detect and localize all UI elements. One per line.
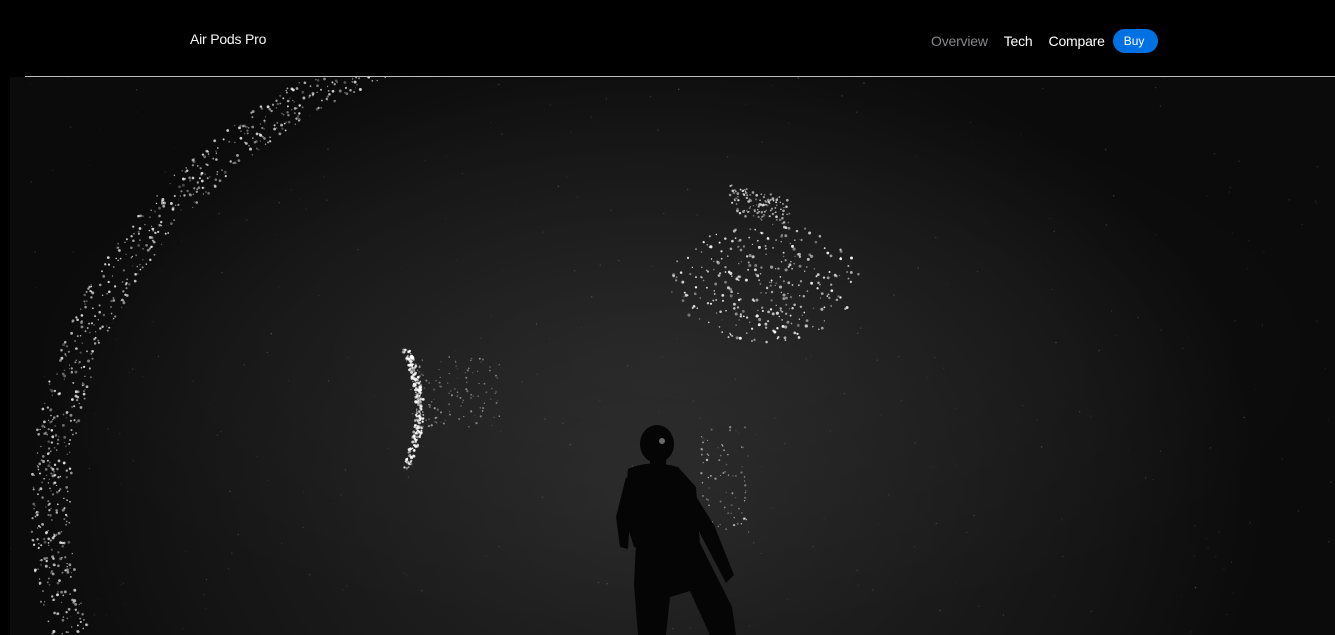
nav-links: Overview Tech Compare Buy — [931, 29, 1159, 53]
brand-title[interactable]: Air Pods Pro — [190, 31, 266, 47]
page: Air Pods Pro Overview Tech Compare Buy — [0, 0, 1335, 635]
hero-artwork — [10, 77, 1335, 635]
nav-divider — [25, 76, 1335, 77]
nav-link-compare[interactable]: Compare — [1049, 33, 1105, 49]
top-navbar: Air Pods Pro Overview Tech Compare Buy — [0, 0, 1335, 77]
nav-link-overview[interactable]: Overview — [931, 33, 988, 49]
buy-button[interactable]: Buy — [1112, 29, 1159, 53]
hero-image — [10, 77, 1335, 635]
nav-link-tech[interactable]: Tech — [1004, 33, 1033, 49]
